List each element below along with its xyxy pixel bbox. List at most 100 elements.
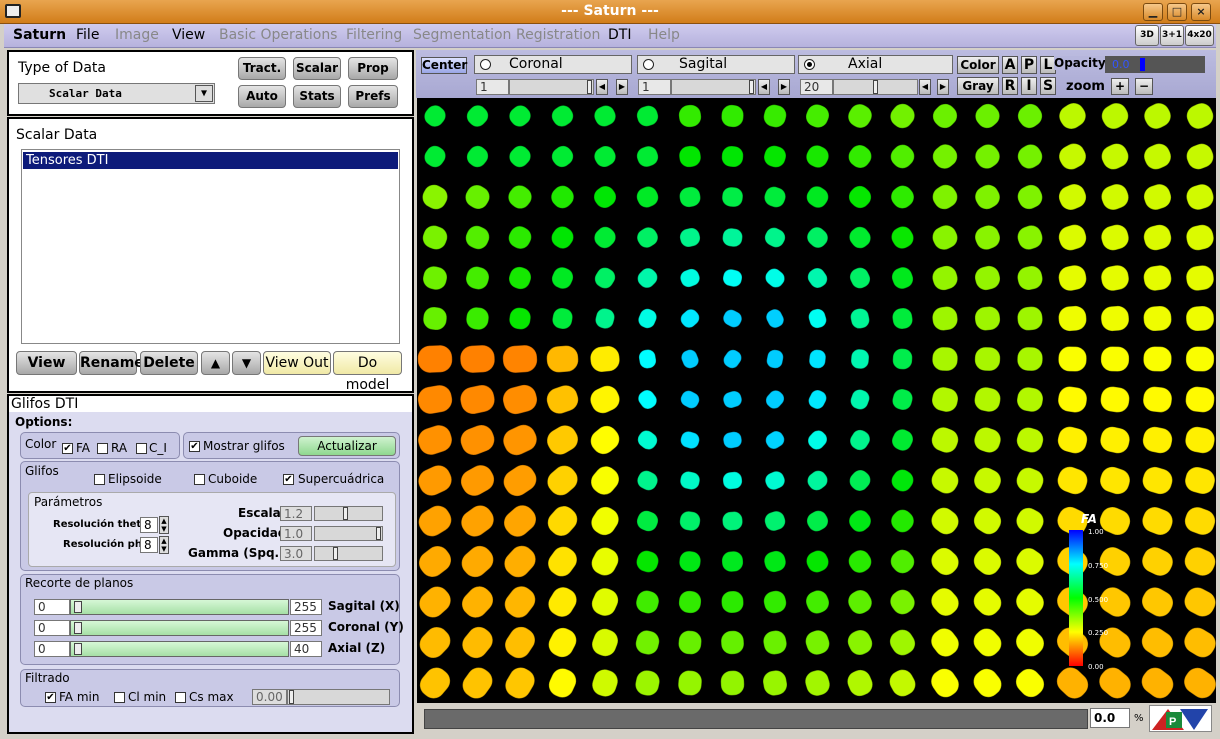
view-3plus1-button[interactable]: 3+1: [1160, 25, 1184, 46]
fa-min-checkbox[interactable]: ✔: [45, 692, 56, 703]
sagital-next-arrow-icon[interactable]: ▶: [778, 79, 790, 95]
filtrado-slider[interactable]: [287, 689, 390, 705]
axial-max-value[interactable]: 40: [290, 641, 322, 657]
menu-basic-operations[interactable]: Basic Operations: [219, 27, 337, 43]
auto-button[interactable]: Auto: [238, 85, 286, 108]
move-up-button[interactable]: ▲: [201, 351, 230, 375]
sagital-min-value[interactable]: 0: [34, 599, 70, 615]
axial-next-arrow-icon[interactable]: ▶: [937, 79, 949, 95]
axial-slice-handle[interactable]: [873, 80, 878, 94]
coronal-slice-value[interactable]: 1: [476, 79, 509, 95]
res-theta-spinner[interactable]: ▲ ▼: [159, 516, 169, 534]
sagital-prev-arrow-icon[interactable]: ◀: [758, 79, 770, 95]
chevron-down-icon[interactable]: ▼: [195, 85, 213, 102]
view-s-button[interactable]: S: [1040, 77, 1056, 95]
res-phi-input[interactable]: 8: [140, 537, 158, 553]
view-button[interactable]: View: [16, 351, 77, 375]
sagital-slice-slider[interactable]: [671, 79, 756, 95]
coronal-min-value[interactable]: 0: [34, 620, 70, 636]
stats-button[interactable]: Stats: [293, 85, 341, 108]
opacidad-slider[interactable]: [314, 526, 383, 541]
menu-registration[interactable]: Registration: [516, 27, 600, 43]
sagital-radio[interactable]: [643, 59, 654, 70]
do-model-button[interactable]: Do model: [333, 351, 402, 393]
menu-image[interactable]: Image: [115, 27, 159, 43]
res-phi-spinner[interactable]: ▲ ▼: [159, 536, 169, 554]
gamma-slider-handle[interactable]: [333, 547, 338, 560]
gamma-slider[interactable]: [314, 546, 383, 561]
list-item[interactable]: Tensores DTI: [23, 152, 398, 169]
ra-checkbox[interactable]: [97, 443, 108, 454]
actualizar-button[interactable]: Actualizar: [298, 436, 396, 456]
menu-segmentation[interactable]: Segmentation: [413, 27, 511, 43]
coronal-slice-slider[interactable]: [509, 79, 594, 95]
zoom-out-button[interactable]: −: [1135, 78, 1153, 95]
opacidad-slider-handle[interactable]: [376, 527, 381, 540]
prop-button[interactable]: Prop: [348, 57, 398, 80]
coronal-prev-arrow-icon[interactable]: ◀: [596, 79, 608, 95]
axial-slice-value[interactable]: 20: [800, 79, 833, 95]
sagital-slice-handle[interactable]: [749, 80, 754, 94]
elipsoide-checkbox[interactable]: [94, 474, 105, 485]
coronal-next-arrow-icon[interactable]: ▶: [616, 79, 628, 95]
minimize-button[interactable]: ▁: [1143, 3, 1163, 21]
move-down-button[interactable]: ▼: [232, 351, 261, 375]
ci-checkbox[interactable]: [136, 443, 147, 454]
color-mode-button[interactable]: Color: [957, 56, 999, 74]
menu-view[interactable]: View: [172, 27, 205, 43]
opacity-handle[interactable]: [1140, 58, 1145, 71]
axial-radio[interactable]: [804, 59, 815, 70]
view-i-button[interactable]: I: [1021, 77, 1037, 95]
escala-slider-handle[interactable]: [343, 507, 348, 520]
scalar-button[interactable]: Scalar: [293, 57, 341, 80]
axial-range-slider[interactable]: [70, 641, 289, 657]
axial-plane-toggle[interactable]: Axial: [798, 55, 953, 74]
mostrar-glifos-checkbox[interactable]: ✔: [189, 441, 200, 452]
coronal-range-handle[interactable]: [74, 622, 82, 634]
view-r-button[interactable]: R: [1002, 77, 1018, 95]
sagital-max-value[interactable]: 255: [290, 599, 322, 615]
axial-range-handle[interactable]: [74, 643, 82, 655]
filtrado-slider-handle[interactable]: [289, 690, 294, 704]
cs-max-checkbox[interactable]: [175, 692, 186, 703]
menu-saturn[interactable]: Saturn: [13, 27, 66, 43]
menu-filtering[interactable]: Filtering: [346, 27, 402, 43]
view-a-button[interactable]: A: [1002, 56, 1018, 74]
menu-file[interactable]: File: [76, 27, 99, 43]
coronal-slice-handle[interactable]: [587, 80, 592, 94]
coronal-plane-toggle[interactable]: Coronal: [474, 55, 632, 74]
tract-button[interactable]: Tract.: [238, 57, 286, 80]
axial-min-value[interactable]: 0: [34, 641, 70, 657]
fa-checkbox[interactable]: ✔: [62, 443, 73, 454]
rename-button[interactable]: Rename: [79, 351, 144, 375]
coronal-max-value[interactable]: 255: [290, 620, 322, 636]
center-button[interactable]: Center: [421, 57, 467, 74]
view-out-button[interactable]: View Out: [263, 351, 331, 375]
glyph-viewport[interactable]: FA 1.00 0.750 0.500 0.250 0.00: [417, 98, 1216, 703]
sagital-range-slider[interactable]: [70, 599, 289, 615]
sagital-range-handle[interactable]: [74, 601, 82, 613]
coronal-range-slider[interactable]: [70, 620, 289, 636]
axial-prev-arrow-icon[interactable]: ◀: [919, 79, 931, 95]
cl-min-checkbox[interactable]: [114, 692, 125, 703]
menu-help[interactable]: Help: [648, 27, 680, 43]
view-3d-button[interactable]: 3D: [1135, 25, 1159, 46]
close-button[interactable]: ×: [1191, 3, 1211, 21]
view-4x20-button[interactable]: 4x20: [1185, 25, 1214, 46]
sagital-plane-toggle[interactable]: Sagital: [637, 55, 795, 74]
delete-button[interactable]: Delete: [140, 351, 198, 375]
zoom-in-button[interactable]: +: [1111, 78, 1129, 95]
axial-slice-slider[interactable]: [833, 79, 918, 95]
coronal-radio[interactable]: [480, 59, 491, 70]
escala-slider[interactable]: [314, 506, 383, 521]
maximize-button[interactable]: □: [1167, 3, 1187, 21]
scalar-data-list[interactable]: Tensores DTI: [21, 149, 400, 344]
type-of-data-select[interactable]: Scalar Data ▼: [18, 83, 215, 104]
gray-mode-button[interactable]: Gray: [957, 77, 999, 95]
view-p-button[interactable]: P: [1021, 56, 1037, 74]
sagital-slice-value[interactable]: 1: [638, 79, 671, 95]
supercuadrica-checkbox[interactable]: ✔: [283, 474, 294, 485]
prefs-button[interactable]: Prefs: [348, 85, 398, 108]
res-theta-input[interactable]: 8: [140, 517, 158, 533]
menu-dti[interactable]: DTI: [608, 27, 631, 43]
